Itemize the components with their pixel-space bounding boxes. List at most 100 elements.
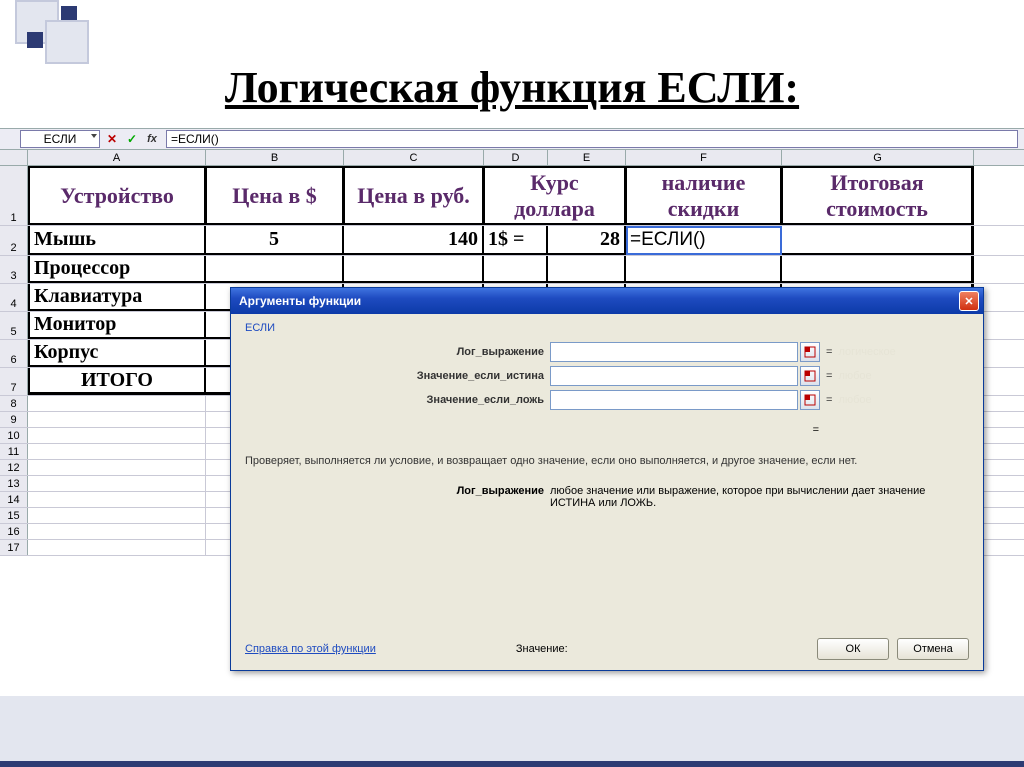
arg-desc-name: Лог_выражение <box>245 485 550 509</box>
equals-sign: = <box>826 394 832 406</box>
row-number[interactable]: 12 <box>0 460 28 475</box>
formula-bar: ЕСЛИ ✕ ✓ fx =ЕСЛИ() <box>0 128 1024 150</box>
col-header-C[interactable]: C <box>344 150 484 165</box>
dialog-titlebar[interactable]: Аргументы функции ✕ <box>231 288 983 314</box>
cell[interactable] <box>28 524 206 539</box>
cell[interactable] <box>28 428 206 443</box>
cell[interactable] <box>28 444 206 459</box>
arg-label: Лог_выражение <box>245 346 550 358</box>
cell[interactable] <box>782 226 974 255</box>
cell[interactable] <box>28 540 206 555</box>
cancel-button[interactable]: Отмена <box>897 638 969 660</box>
header-cell[interactable]: наличие скидки <box>626 166 782 225</box>
col-header-B[interactable]: B <box>206 150 344 165</box>
cell[interactable] <box>626 256 782 283</box>
row-number[interactable]: 1 <box>0 166 28 225</box>
enter-icon[interactable]: ✓ <box>124 131 140 147</box>
cell[interactable] <box>344 256 484 283</box>
function-description: Проверяет, выполняется ли условие, и воз… <box>245 454 969 469</box>
col-header-D[interactable]: D <box>484 150 548 165</box>
col-header-E[interactable]: E <box>548 150 626 165</box>
cell[interactable]: 5 <box>206 226 344 255</box>
cell[interactable] <box>484 256 548 283</box>
argument-description: Лог_выражение любое значение или выражен… <box>245 485 969 509</box>
row-number[interactable]: 11 <box>0 444 28 459</box>
header-cell[interactable]: Цена в руб. <box>344 166 484 225</box>
formula-text: =ЕСЛИ() <box>171 132 219 146</box>
row-number[interactable]: 10 <box>0 428 28 443</box>
arg-input[interactable] <box>550 366 798 386</box>
cell[interactable]: 28 <box>548 226 626 255</box>
row-number[interactable]: 15 <box>0 508 28 523</box>
arg-hint: любое <box>838 370 871 382</box>
row-number[interactable]: 16 <box>0 524 28 539</box>
row-number[interactable]: 2 <box>0 226 28 255</box>
row-number[interactable]: 4 <box>0 284 28 311</box>
header-cell[interactable]: Курс доллара <box>484 166 626 225</box>
cancel-icon[interactable]: ✕ <box>104 131 120 147</box>
range-select-icon[interactable] <box>800 342 820 362</box>
arg-input[interactable] <box>550 342 798 362</box>
table-row: 3 Процессор <box>0 256 1024 284</box>
arg-row: Значение_если_истина = любое <box>245 366 969 386</box>
help-link[interactable]: Справка по этой функции <box>245 643 376 655</box>
row-number[interactable]: 5 <box>0 312 28 339</box>
arg-input[interactable] <box>550 390 798 410</box>
table-row: 1 Устройство Цена в $ Цена в руб. Курс д… <box>0 166 1024 226</box>
cell[interactable]: Корпус <box>28 340 206 367</box>
cell[interactable] <box>28 492 206 507</box>
dialog-footer: Справка по этой функции Значение: ОК Отм… <box>245 638 969 660</box>
cell[interactable] <box>28 476 206 491</box>
ok-button[interactable]: ОК <box>817 638 889 660</box>
name-box-text: ЕСЛИ <box>44 132 77 146</box>
close-icon[interactable]: ✕ <box>959 291 979 311</box>
row-number[interactable]: 7 <box>0 368 28 395</box>
cell[interactable] <box>28 460 206 475</box>
slide-frame: Логическая функция ЕСЛИ: ЕСЛИ ✕ ✓ fx =ЕС… <box>0 0 1024 767</box>
cell[interactable] <box>206 256 344 283</box>
cell[interactable]: ИТОГО <box>28 368 206 395</box>
header-cell[interactable]: Итоговая стоимость <box>782 166 974 225</box>
col-header-F[interactable]: F <box>626 150 782 165</box>
name-box[interactable]: ЕСЛИ <box>20 130 100 148</box>
row-number[interactable]: 9 <box>0 412 28 427</box>
fx-icon[interactable]: fx <box>144 131 160 147</box>
cell[interactable] <box>548 256 626 283</box>
cell[interactable] <box>28 508 206 523</box>
row-number[interactable]: 13 <box>0 476 28 491</box>
cell[interactable]: Клавиатура <box>28 284 206 311</box>
arg-row: Лог_выражение = логическое <box>245 342 969 362</box>
range-select-icon[interactable] <box>800 390 820 410</box>
slide-title: Логическая функция ЕСЛИ: <box>0 62 1024 113</box>
row-number[interactable]: 3 <box>0 256 28 283</box>
cell[interactable]: Мышь <box>28 226 206 255</box>
col-header-A[interactable]: A <box>28 150 206 165</box>
cell[interactable] <box>28 396 206 411</box>
cell[interactable]: 140 <box>344 226 484 255</box>
range-select-icon[interactable] <box>800 366 820 386</box>
select-all-corner[interactable] <box>0 150 28 165</box>
function-arguments-dialog: Аргументы функции ✕ ЕСЛИ Лог_выражение =… <box>230 287 984 671</box>
cell[interactable] <box>28 412 206 427</box>
col-header-G[interactable]: G <box>782 150 974 165</box>
cell[interactable]: Процессор <box>28 256 206 283</box>
arg-desc-text: любое значение или выражение, которое пр… <box>550 485 969 509</box>
chevron-down-icon <box>91 134 97 138</box>
decorative-squares <box>15 0 115 62</box>
column-headers: A B C D E F G <box>0 150 1024 166</box>
row-number[interactable]: 14 <box>0 492 28 507</box>
formula-input[interactable]: =ЕСЛИ() <box>166 130 1018 148</box>
equals-sign: = <box>826 346 832 358</box>
row-number[interactable]: 6 <box>0 340 28 367</box>
row-number[interactable]: 8 <box>0 396 28 411</box>
arg-hint: любое <box>838 394 871 406</box>
header-cell[interactable]: Устройство <box>28 166 206 225</box>
result-equals: = <box>245 424 969 436</box>
cell[interactable]: Монитор <box>28 312 206 339</box>
cell[interactable] <box>782 256 974 283</box>
row-number[interactable]: 17 <box>0 540 28 555</box>
active-cell[interactable]: =ЕСЛИ() <box>626 226 782 255</box>
equals-sign: = <box>826 370 832 382</box>
header-cell[interactable]: Цена в $ <box>206 166 344 225</box>
cell[interactable]: 1$ = <box>484 226 548 255</box>
